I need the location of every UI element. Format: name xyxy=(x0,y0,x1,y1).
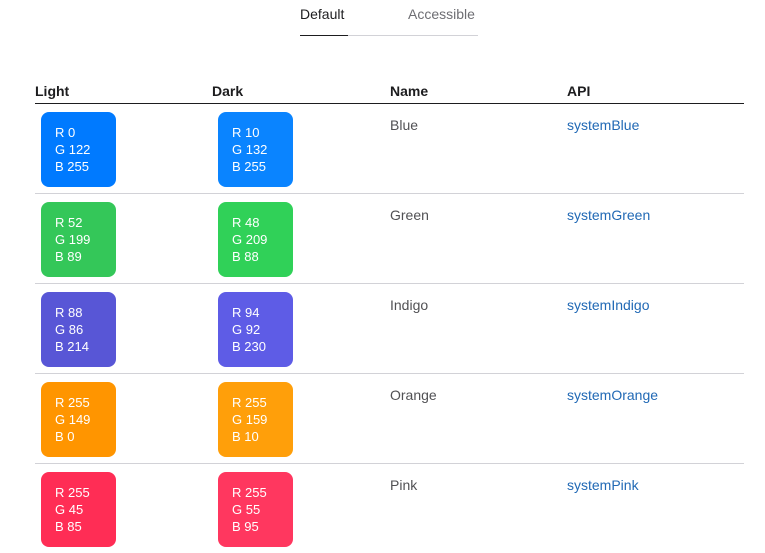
light-color-swatch: R 88 G 86 B 214 xyxy=(41,292,116,367)
api-link[interactable]: systemPink xyxy=(567,477,639,493)
color-name: Pink xyxy=(390,477,418,493)
api-link[interactable]: systemOrange xyxy=(567,387,658,403)
green-value: G 149 xyxy=(55,412,91,427)
color-name: Indigo xyxy=(390,297,429,313)
green-value: G 199 xyxy=(55,232,91,247)
color-name: Green xyxy=(390,207,429,223)
blue-value: B 95 xyxy=(232,519,259,534)
column-header-api: API xyxy=(567,83,591,99)
red-value: R 52 xyxy=(55,215,83,230)
api-link[interactable]: systemIndigo xyxy=(567,297,649,313)
red-value: R 255 xyxy=(232,395,267,410)
table-row: R 255 G 149 B 0 R 255 G 159 B 10 Orange … xyxy=(35,374,744,464)
blue-value: B 230 xyxy=(232,339,266,354)
red-value: R 88 xyxy=(55,305,83,320)
blue-value: B 214 xyxy=(55,339,89,354)
dark-color-swatch: R 48 G 209 B 88 xyxy=(218,202,293,277)
green-value: G 159 xyxy=(232,412,268,427)
column-header-dark: Dark xyxy=(212,83,244,99)
color-name: Blue xyxy=(390,117,419,133)
red-value: R 255 xyxy=(232,485,267,500)
table-header: Light Dark Name API xyxy=(35,82,744,104)
table-row: R 0 G 122 B 255 R 10 G 132 B 255 Blue sy… xyxy=(35,104,744,194)
dark-color-swatch: R 255 G 55 B 95 xyxy=(218,472,293,547)
blue-value: B 0 xyxy=(55,429,75,444)
red-value: R 255 xyxy=(55,485,90,500)
api-link[interactable]: systemBlue xyxy=(567,117,639,133)
api-link[interactable]: systemGreen xyxy=(567,207,650,223)
green-value: G 209 xyxy=(232,232,268,247)
red-value: R 10 xyxy=(232,125,260,140)
light-color-swatch: R 255 G 45 B 85 xyxy=(41,472,116,547)
dark-color-swatch: R 10 G 132 B 255 xyxy=(218,112,293,187)
red-value: R 94 xyxy=(232,305,260,320)
light-color-swatch: R 0 G 122 B 255 xyxy=(41,112,116,187)
blue-value: B 10 xyxy=(232,429,259,444)
red-value: R 255 xyxy=(55,395,90,410)
red-value: R 48 xyxy=(232,215,260,230)
table-row: R 52 G 199 B 89 R 48 G 209 B 88 Green sy… xyxy=(35,194,744,284)
blue-value: B 89 xyxy=(55,249,82,264)
green-value: G 92 xyxy=(232,322,261,337)
column-header-name: Name xyxy=(390,83,429,99)
green-value: G 132 xyxy=(232,142,268,157)
green-value: G 86 xyxy=(55,322,84,337)
blue-value: B 88 xyxy=(232,249,259,264)
green-value: G 55 xyxy=(232,502,261,517)
blue-value: B 85 xyxy=(55,519,82,534)
table-row: R 88 G 86 B 214 R 94 G 92 B 230 Indigo s… xyxy=(35,284,744,374)
tab-bar: Default Accessible xyxy=(300,0,478,36)
blue-value: B 255 xyxy=(232,159,266,174)
system-colors-table: Light Dark Name API R 0 G 122 B 255 R 10… xyxy=(35,82,744,553)
green-value: G 45 xyxy=(55,502,84,517)
red-value: R 0 xyxy=(55,125,76,140)
active-tab-indicator xyxy=(300,35,348,36)
color-name: Orange xyxy=(390,387,437,403)
light-color-swatch: R 52 G 199 B 89 xyxy=(41,202,116,277)
dark-color-swatch: R 255 G 159 B 10 xyxy=(218,382,293,457)
blue-value: B 255 xyxy=(55,159,89,174)
tab-default[interactable]: Default xyxy=(300,6,344,22)
tab-accessible[interactable]: Accessible xyxy=(408,6,475,22)
light-color-swatch: R 255 G 149 B 0 xyxy=(41,382,116,457)
column-header-light: Light xyxy=(35,83,70,99)
green-value: G 122 xyxy=(55,142,91,157)
dark-color-swatch: R 94 G 92 B 230 xyxy=(218,292,293,367)
